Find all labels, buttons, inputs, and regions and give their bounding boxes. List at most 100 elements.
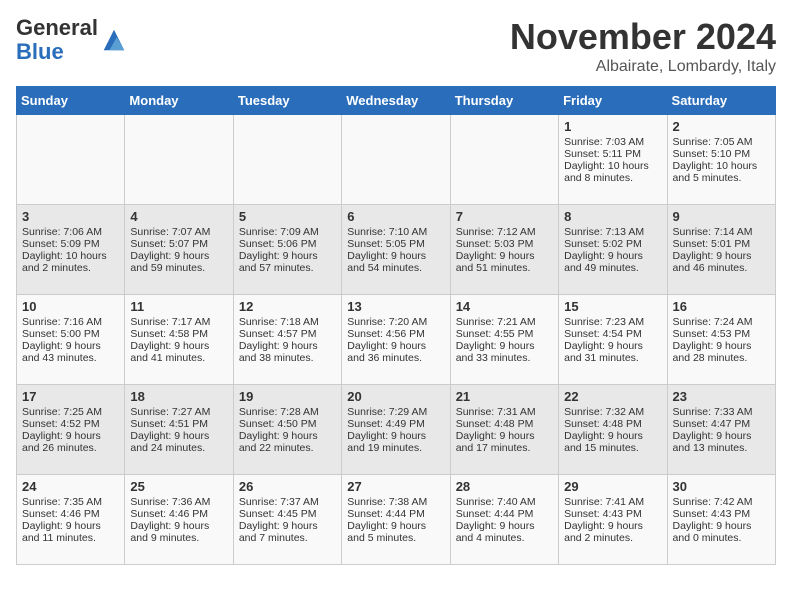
calendar-cell: [450, 115, 558, 205]
day-number: 23: [673, 389, 770, 404]
calendar-cell: 19Sunrise: 7:28 AMSunset: 4:50 PMDayligh…: [233, 385, 341, 475]
day-info-line: Sunset: 5:01 PM: [673, 238, 770, 250]
day-number: 27: [347, 479, 444, 494]
day-info-line: Daylight: 9 hours and 49 minutes.: [564, 250, 661, 274]
calendar-header-sunday: Sunday: [17, 87, 125, 115]
day-number: 12: [239, 299, 336, 314]
calendar-week-5: 24Sunrise: 7:35 AMSunset: 4:46 PMDayligh…: [17, 475, 776, 565]
day-info-line: Daylight: 9 hours and 31 minutes.: [564, 340, 661, 364]
day-info-line: Sunset: 4:44 PM: [456, 508, 553, 520]
logo[interactable]: General Blue: [16, 16, 128, 64]
day-info-line: Sunset: 5:02 PM: [564, 238, 661, 250]
day-info-line: Sunset: 4:46 PM: [130, 508, 227, 520]
calendar-cell: 11Sunrise: 7:17 AMSunset: 4:58 PMDayligh…: [125, 295, 233, 385]
calendar-cell: 23 Sunrise: 7:33 AMSunset: 4:47 PMDayligh…: [667, 385, 775, 475]
day-info-line: Sunrise: 7:40 AM: [456, 496, 553, 508]
day-info-line: Daylight: 9 hours and 36 minutes.: [347, 340, 444, 364]
day-info-line: Sunrise: 7:21 AM: [456, 316, 553, 328]
day-info-line: Sunrise: 7:41 AM: [564, 496, 661, 508]
day-number: 4: [130, 209, 227, 224]
day-info-line: Sunset: 4:50 PM: [239, 418, 336, 430]
day-info-line: Daylight: 9 hours and 54 minutes.: [347, 250, 444, 274]
calendar-header-saturday: Saturday: [667, 87, 775, 115]
day-info-line: Sunrise: 7:28 AM: [239, 406, 336, 418]
day-number: 8: [564, 209, 661, 224]
day-info-line: Sunset: 4:43 PM: [564, 508, 661, 520]
day-info-line: Sunset: 5:07 PM: [130, 238, 227, 250]
day-number: 22: [564, 389, 661, 404]
day-info-line: Sunset: 4:43 PM: [673, 508, 770, 520]
calendar-header-wednesday: Wednesday: [342, 87, 450, 115]
day-info-line: Daylight: 9 hours and 9 minutes.: [130, 520, 227, 544]
day-info-line: Sunrise: 7:33 AM: [673, 406, 770, 418]
day-info-line: Sunrise: 7:03 AM: [564, 136, 661, 148]
day-info-line: Daylight: 9 hours and 13 minutes.: [673, 430, 770, 454]
day-number: 19: [239, 389, 336, 404]
calendar-cell: 9Sunrise: 7:14 AMSunset: 5:01 PMDaylight…: [667, 205, 775, 295]
day-info-line: Sunset: 4:49 PM: [347, 418, 444, 430]
calendar-table: SundayMondayTuesdayWednesdayThursdayFrid…: [16, 86, 776, 565]
day-number: 29: [564, 479, 661, 494]
title-area: November 2024 Albairate, Lombardy, Italy: [510, 16, 776, 76]
day-info-line: Sunrise: 7:20 AM: [347, 316, 444, 328]
day-info-line: Sunrise: 7:18 AM: [239, 316, 336, 328]
day-info-line: Sunset: 4:52 PM: [22, 418, 119, 430]
calendar-cell: [125, 115, 233, 205]
day-info-line: Sunset: 4:47 PM: [673, 418, 770, 430]
day-info-line: Daylight: 9 hours and 24 minutes.: [130, 430, 227, 454]
day-info-line: Daylight: 10 hours and 5 minutes.: [673, 160, 770, 184]
day-info-line: Sunset: 4:44 PM: [347, 508, 444, 520]
calendar-cell: 28Sunrise: 7:40 AMSunset: 4:44 PMDayligh…: [450, 475, 558, 565]
calendar-week-4: 17Sunrise: 7:25 AMSunset: 4:52 PMDayligh…: [17, 385, 776, 475]
calendar-cell: [17, 115, 125, 205]
calendar-cell: 24Sunrise: 7:35 AMSunset: 4:46 PMDayligh…: [17, 475, 125, 565]
day-info-line: Sunrise: 7:09 AM: [239, 226, 336, 238]
day-info-line: Sunset: 4:46 PM: [22, 508, 119, 520]
day-info-line: Sunset: 5:09 PM: [22, 238, 119, 250]
day-info-line: Daylight: 9 hours and 51 minutes.: [456, 250, 553, 274]
day-number: 20: [347, 389, 444, 404]
calendar-cell: 27Sunrise: 7:38 AMSunset: 4:44 PMDayligh…: [342, 475, 450, 565]
day-info-line: Sunset: 4:51 PM: [130, 418, 227, 430]
calendar-cell: 4Sunrise: 7:07 AMSunset: 5:07 PMDaylight…: [125, 205, 233, 295]
calendar-cell: 10Sunrise: 7:16 AMSunset: 5:00 PMDayligh…: [17, 295, 125, 385]
day-info-line: Sunrise: 7:05 AM: [673, 136, 770, 148]
calendar-cell: [233, 115, 341, 205]
day-info-line: Daylight: 9 hours and 41 minutes.: [130, 340, 227, 364]
day-number: 14: [456, 299, 553, 314]
calendar-cell: 17Sunrise: 7:25 AMSunset: 4:52 PMDayligh…: [17, 385, 125, 475]
day-info-line: Daylight: 9 hours and 43 minutes.: [22, 340, 119, 364]
month-title: November 2024: [510, 16, 776, 58]
calendar-cell: 5Sunrise: 7:09 AMSunset: 5:06 PMDaylight…: [233, 205, 341, 295]
day-info-line: Daylight: 9 hours and 4 minutes.: [456, 520, 553, 544]
calendar-week-2: 3Sunrise: 7:06 AMSunset: 5:09 PMDaylight…: [17, 205, 776, 295]
calendar-week-3: 10Sunrise: 7:16 AMSunset: 5:00 PMDayligh…: [17, 295, 776, 385]
calendar-header-row: SundayMondayTuesdayWednesdayThursdayFrid…: [17, 87, 776, 115]
day-info-line: Daylight: 9 hours and 28 minutes.: [673, 340, 770, 364]
day-info-line: Sunrise: 7:31 AM: [456, 406, 553, 418]
calendar-header-thursday: Thursday: [450, 87, 558, 115]
day-info-line: Sunrise: 7:13 AM: [564, 226, 661, 238]
calendar-cell: 29Sunrise: 7:41 AMSunset: 4:43 PMDayligh…: [559, 475, 667, 565]
calendar-cell: 20Sunrise: 7:29 AMSunset: 4:49 PMDayligh…: [342, 385, 450, 475]
day-info-line: Sunset: 5:11 PM: [564, 148, 661, 160]
day-info-line: Daylight: 9 hours and 59 minutes.: [130, 250, 227, 274]
calendar-cell: 15Sunrise: 7:23 AMSunset: 4:54 PMDayligh…: [559, 295, 667, 385]
day-info-line: Sunrise: 7:12 AM: [456, 226, 553, 238]
day-number: 30: [673, 479, 770, 494]
calendar-header-monday: Monday: [125, 87, 233, 115]
day-number: 26: [239, 479, 336, 494]
day-info-line: Daylight: 9 hours and 26 minutes.: [22, 430, 119, 454]
day-number: 5: [239, 209, 336, 224]
day-number: 25: [130, 479, 227, 494]
calendar-cell: 8 Sunrise: 7:13 AMSunset: 5:02 PMDaylight…: [559, 205, 667, 295]
day-number: 16: [673, 299, 770, 314]
logo-general: General: [16, 15, 98, 40]
calendar-week-1: 1 Sunrise: 7:03 AMSunset: 5:11 PM Daylight…: [17, 115, 776, 205]
day-info-line: Sunrise: 7:10 AM: [347, 226, 444, 238]
day-info-line: Sunset: 5:03 PM: [456, 238, 553, 250]
day-info-line: Daylight: 9 hours and 57 minutes.: [239, 250, 336, 274]
day-info-line: Sunset: 4:48 PM: [564, 418, 661, 430]
day-number: 1: [564, 119, 661, 134]
day-info-line: Sunrise: 7:06 AM: [22, 226, 119, 238]
